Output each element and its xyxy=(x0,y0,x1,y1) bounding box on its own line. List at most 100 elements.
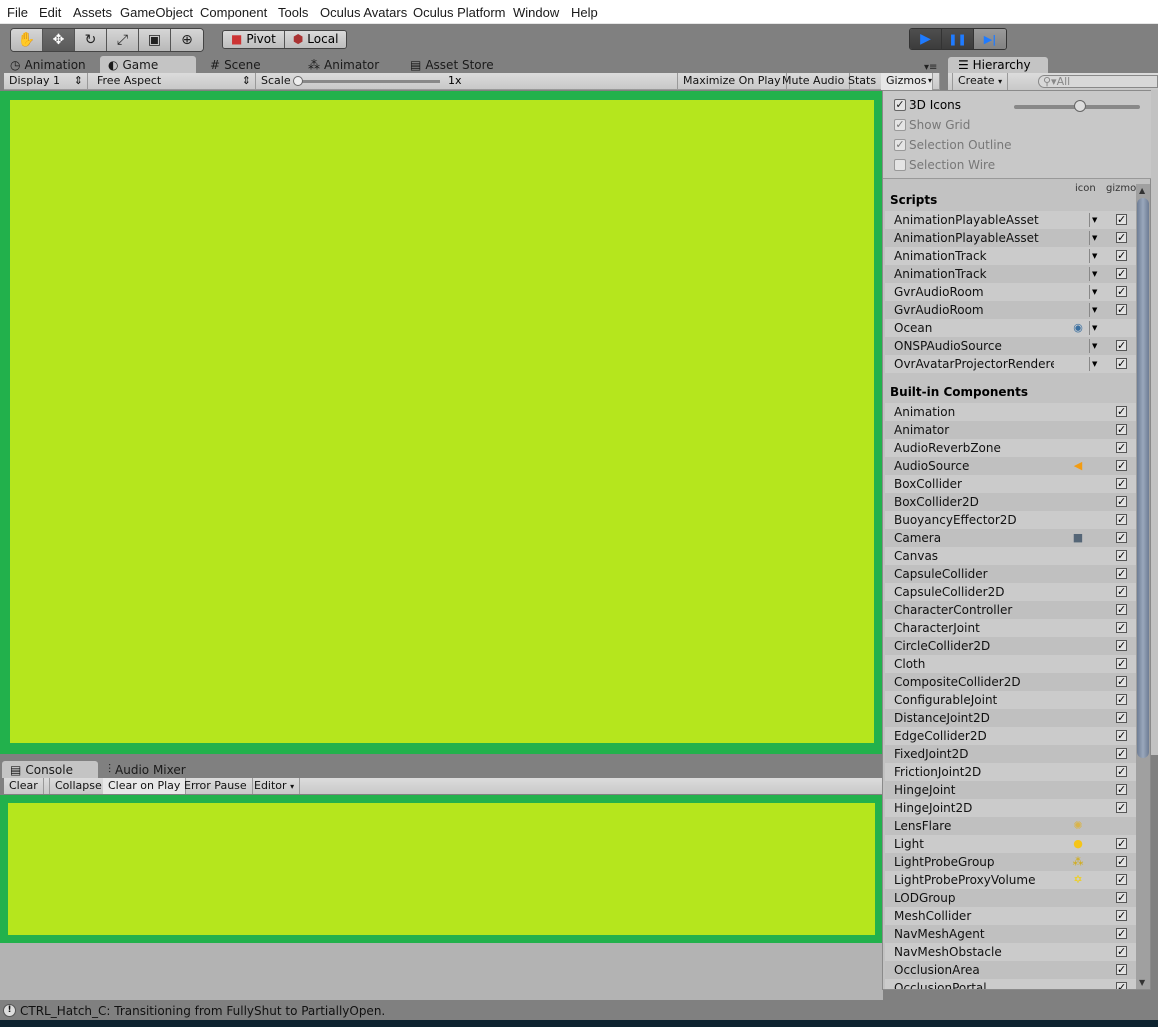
gizmo-checkbox[interactable]: ✓ xyxy=(1116,340,1127,351)
gizmo-checkbox[interactable]: ✓ xyxy=(1116,286,1127,297)
gizmo-checkbox[interactable]: ✓ xyxy=(1116,532,1127,543)
icon-dropdown-icon[interactable]: ▼ xyxy=(1089,357,1099,371)
gizmo-checkbox[interactable]: ✓ xyxy=(1116,514,1127,525)
local-button[interactable]: ⬢ Local xyxy=(284,31,347,48)
menu-tools[interactable]: Tools xyxy=(278,5,308,20)
gizmo-checkbox[interactable]: ✓ xyxy=(1116,550,1127,561)
menu-oculus-avatars[interactable]: Oculus Avatars xyxy=(320,5,407,20)
icon-dropdown-icon[interactable]: ▼ xyxy=(1089,231,1099,245)
menu-gameobject[interactable]: GameObject xyxy=(120,5,193,20)
hierarchy-search-input[interactable]: ⚲▾All xyxy=(1038,75,1158,88)
gizmo-checkbox[interactable]: ✓ xyxy=(1116,694,1127,705)
scroll-thumb[interactable] xyxy=(1137,198,1149,758)
icon-dropdown-icon[interactable]: ▼ xyxy=(1089,267,1099,281)
scale-slider-knob[interactable] xyxy=(293,76,303,86)
camera-icon[interactable]: ■ xyxy=(1071,531,1085,545)
tab-game[interactable]: ◐ Game xyxy=(100,56,196,73)
gizmos-dropdown-icon[interactable]: ▾ xyxy=(926,73,940,90)
speaker-icon[interactable]: ◀ xyxy=(1071,459,1085,473)
menu-oculus-platform[interactable]: Oculus Platform xyxy=(413,5,505,20)
gizmo-checkbox[interactable]: ✓ xyxy=(1116,658,1127,669)
scale-tool-icon[interactable]: ⤢ xyxy=(107,29,139,51)
ocean-icon[interactable]: ◉ xyxy=(1071,321,1085,335)
gizmo-checkbox[interactable]: ✓ xyxy=(1116,838,1127,849)
create-button[interactable]: Create ▾ xyxy=(952,73,1009,90)
tab-asset-store[interactable]: ▤ Asset Store xyxy=(402,56,512,73)
gizmo-checkbox[interactable]: ✓ xyxy=(1116,424,1127,435)
gizmo-checkbox[interactable]: ✓ xyxy=(1116,856,1127,867)
checkbox-checked-icon[interactable]: ✓ xyxy=(894,99,906,111)
aspect-select[interactable]: Free Aspect ⇕ xyxy=(92,73,256,90)
tab-audio-mixer[interactable]: ⫶ Audio Mixer xyxy=(100,761,210,778)
gizmo-list-scrollbar[interactable]: ▲ ▼ xyxy=(1136,184,1150,989)
gizmo-checkbox[interactable]: ✓ xyxy=(1116,676,1127,687)
gizmo-checkbox[interactable]: ✓ xyxy=(1116,730,1127,741)
menu-edit[interactable]: Edit xyxy=(39,5,61,20)
lens-flare-icon[interactable]: ✺ xyxy=(1071,819,1085,833)
clear-on-play-button[interactable]: Clear on Play xyxy=(103,778,187,794)
icon-dropdown-icon[interactable]: ▼ xyxy=(1089,213,1099,227)
gizmo-checkbox[interactable]: ✓ xyxy=(1116,622,1127,633)
probe-volume-icon[interactable]: ✡ xyxy=(1071,873,1085,887)
collapse-button[interactable]: Collapse xyxy=(49,778,108,794)
scale-slider-track[interactable] xyxy=(296,80,440,83)
menu-component[interactable]: Component xyxy=(200,5,267,20)
gizmo-checkbox[interactable]: ✓ xyxy=(1116,640,1127,651)
status-bar[interactable]: ! CTRL_Hatch_C: Transitioning from Fully… xyxy=(0,1000,1158,1020)
tab-menu-icon[interactable]: ▾≡ xyxy=(924,62,937,73)
gizmo-checkbox[interactable]: ✓ xyxy=(1116,304,1127,315)
gizmo-checkbox[interactable]: ✓ xyxy=(1116,568,1127,579)
gizmo-checkbox[interactable]: ✓ xyxy=(1116,478,1127,489)
gizmo-checkbox[interactable]: ✓ xyxy=(1116,232,1127,243)
tab-animator[interactable]: ⁂ Animator xyxy=(300,56,396,73)
icon-dropdown-icon[interactable]: ▼ xyxy=(1089,321,1099,335)
gizmo-checkbox[interactable]: ✓ xyxy=(1116,964,1127,975)
scroll-down-icon[interactable]: ▼ xyxy=(1139,978,1145,987)
game-view[interactable] xyxy=(0,91,883,754)
console-log-area[interactable] xyxy=(0,795,883,943)
move-tool-icon[interactable]: ✥ xyxy=(43,29,75,51)
tab-console[interactable]: ▤ Console xyxy=(2,761,98,778)
tab-scene[interactable]: # Scene xyxy=(202,56,298,73)
gizmo-checkbox[interactable]: ✓ xyxy=(1116,748,1127,759)
scroll-up-icon[interactable]: ▲ xyxy=(1139,186,1145,195)
tab-hierarchy[interactable]: ☰ Hierarchy xyxy=(948,57,1048,73)
menu-assets[interactable]: Assets xyxy=(73,5,112,20)
gizmo-checkbox[interactable]: ✓ xyxy=(1116,712,1127,723)
gizmos-button[interactable]: Gizmos xyxy=(881,73,933,90)
light-probe-icon[interactable]: ⁂ xyxy=(1071,855,1085,869)
tab-animation[interactable]: ◷ Animation xyxy=(2,56,94,73)
menu-file[interactable]: File xyxy=(7,5,28,20)
gizmo-checkbox[interactable]: ✓ xyxy=(1116,460,1127,471)
rotate-tool-icon[interactable]: ↻ xyxy=(75,29,107,51)
step-button[interactable]: ▶| xyxy=(974,29,1006,49)
rect-tool-icon[interactable]: ▣ xyxy=(139,29,171,51)
menu-window[interactable]: Window xyxy=(513,5,559,20)
icon-dropdown-icon[interactable]: ▼ xyxy=(1089,303,1099,317)
gizmo-checkbox[interactable]: ✓ xyxy=(1116,766,1127,777)
gizmo-checkbox[interactable]: ✓ xyxy=(1116,268,1127,279)
gizmo-checkbox[interactable]: ✓ xyxy=(1116,928,1127,939)
icon-dropdown-icon[interactable]: ▼ xyxy=(1089,339,1099,353)
play-button[interactable]: ▶ xyxy=(910,29,942,49)
pause-button[interactable]: ❚❚ xyxy=(942,29,974,49)
transform-tool-icon[interactable]: ⊕ xyxy=(171,29,203,51)
stats-button[interactable]: Stats xyxy=(843,73,883,90)
mute-audio-button[interactable]: Mute Audio xyxy=(777,73,851,90)
gizmo-checkbox[interactable]: ✓ xyxy=(1116,496,1127,507)
gizmo-checkbox[interactable]: ✓ xyxy=(1116,406,1127,417)
gizmo-checkbox[interactable]: ✓ xyxy=(1116,250,1127,261)
gizmo-checkbox[interactable]: ✓ xyxy=(1116,982,1127,989)
gizmo-checkbox[interactable]: ✓ xyxy=(1116,946,1127,957)
icon-size-slider-knob[interactable] xyxy=(1074,100,1086,112)
gizmo-checkbox[interactable]: ✓ xyxy=(1116,604,1127,615)
gizmo-checkbox[interactable]: ✓ xyxy=(1116,802,1127,813)
gizmo-checkbox[interactable]: ✓ xyxy=(1116,874,1127,885)
editor-dropdown[interactable]: Editor ▾ xyxy=(249,778,301,794)
error-pause-button[interactable]: Error Pause xyxy=(179,778,253,794)
icon-size-slider[interactable] xyxy=(1014,100,1140,112)
gizmo-checkbox[interactable]: ✓ xyxy=(1116,586,1127,597)
gizmo-checkbox[interactable]: ✓ xyxy=(1116,910,1127,921)
console-detail-area[interactable] xyxy=(0,943,883,1000)
icon-dropdown-icon[interactable]: ▼ xyxy=(1089,285,1099,299)
